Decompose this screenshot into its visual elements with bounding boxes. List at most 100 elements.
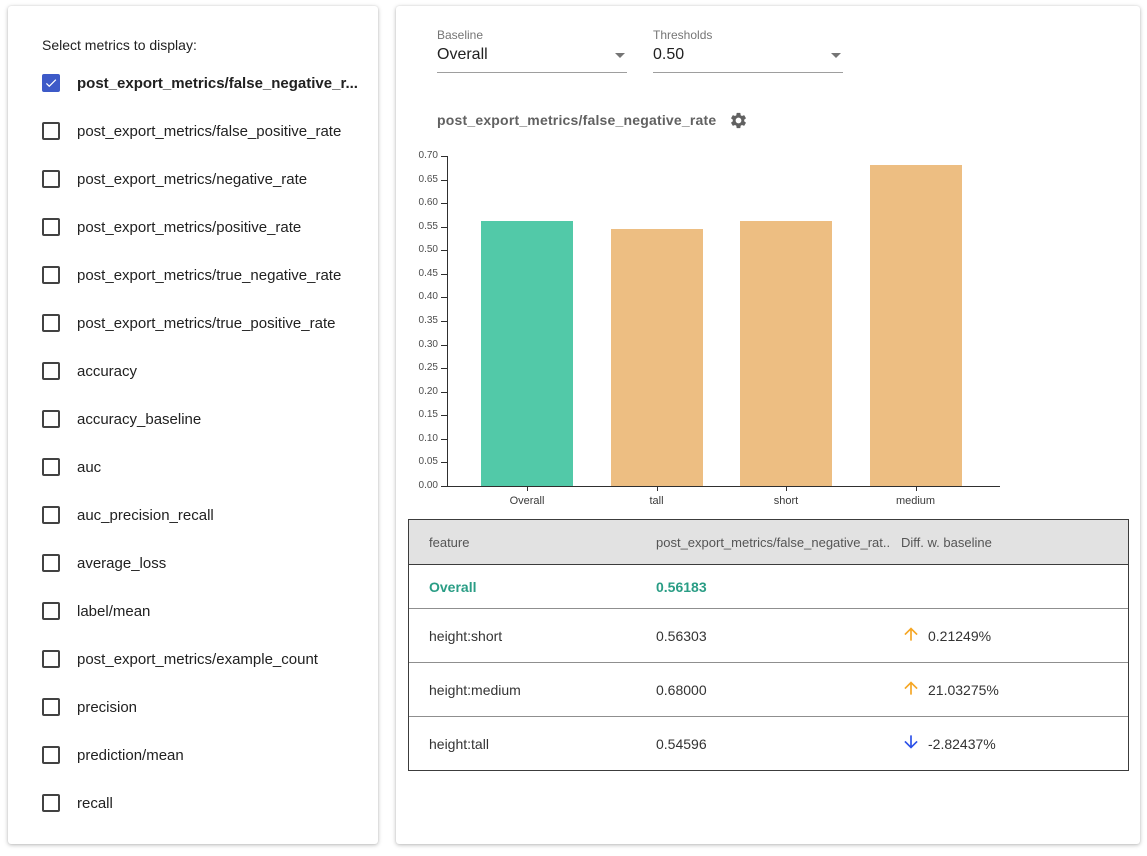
x-axis-tick [527,486,528,491]
x-axis-line [447,486,1000,487]
metric-checkbox-item[interactable]: accuracy [42,347,370,395]
bar-overall[interactable] [481,221,573,486]
metric-checkbox-item[interactable]: recall [42,779,370,827]
y-axis-tick [441,156,447,157]
metric-label: prediction/mean [77,747,184,764]
metric-checkbox-item[interactable]: label/mean [42,587,370,635]
diff-value: -2.82437% [928,736,996,752]
table-cell-diff: 0.21249% [891,624,1128,647]
bar-chart: 0.000.050.100.150.200.250.300.350.400.45… [396,6,1140,526]
table-header-metric: post_export_metrics/false_negative_rat..… [656,535,891,550]
table-cell-feature: Overall [409,579,656,595]
bar-tall[interactable] [611,229,703,486]
x-axis-tick-label: tall [649,495,663,507]
checkbox-icon[interactable] [42,170,60,188]
y-axis-tick [441,368,447,369]
bar-medium[interactable] [870,165,962,486]
checkbox-icon[interactable] [42,218,60,236]
metric-checkbox-item[interactable]: post_export_metrics/false_negative_r... [42,59,370,107]
metric-list: post_export_metrics/false_negative_r...p… [42,59,370,827]
table-row[interactable]: height:tall0.54596 -2.82437% [409,716,1128,770]
y-axis-tick-label: 0.60 [404,198,438,208]
table-header-row: feature post_export_metrics/false_negati… [409,520,1128,565]
y-axis-line [447,156,448,487]
table-cell-value: 0.54596 [656,736,891,752]
metric-checkbox-item[interactable]: average_loss [42,539,370,587]
table-header-feature: feature [409,535,656,550]
metric-checkbox-item[interactable]: accuracy_baseline [42,395,370,443]
metric-checkbox-item[interactable]: post_export_metrics/true_negative_rate [42,251,370,299]
checkbox-icon[interactable] [42,794,60,812]
arrow-up-icon [901,678,921,701]
checkbox-icon[interactable] [42,266,60,284]
y-axis-tick-label: 0.45 [404,269,438,279]
x-axis-tick-label: short [774,495,798,507]
metric-label: post_export_metrics/positive_rate [77,219,301,236]
metric-label: recall [77,795,113,812]
arrow-down-icon [901,732,921,755]
table-row[interactable]: height:short0.563030.21249% [409,608,1128,662]
y-axis-tick [441,392,447,393]
y-axis-tick-label: 0.35 [404,316,438,326]
metric-label: post_export_metrics/true_positive_rate [77,315,335,332]
diff-value: 0.21249% [928,628,991,644]
arrow-up-icon [901,624,921,647]
y-axis-tick-label: 0.00 [404,481,438,491]
table-cell-diff: 21.03275% [891,678,1128,701]
y-axis-tick-label: 0.20 [404,387,438,397]
table-cell-feature: height:tall [409,736,656,752]
metric-checkbox-item[interactable]: post_export_metrics/negative_rate [42,155,370,203]
metrics-table: feature post_export_metrics/false_negati… [408,519,1129,771]
y-axis-tick-label: 0.50 [404,245,438,255]
metric-label: precision [77,699,137,716]
x-axis-tick-label: Overall [510,495,545,507]
metric-label: post_export_metrics/false_negative_r... [77,75,358,92]
checkbox-icon[interactable] [42,314,60,332]
checkbox-checked-icon[interactable] [42,74,60,92]
metric-label: accuracy_baseline [77,411,201,428]
y-axis-tick-label: 0.10 [404,434,438,444]
metric-label: label/mean [77,603,150,620]
metric-checkbox-item[interactable]: auc_precision_recall [42,491,370,539]
checkbox-icon[interactable] [42,650,60,668]
table-cell-feature: height:medium [409,682,656,698]
diff-value: 21.03275% [928,682,999,698]
checkbox-icon[interactable] [42,602,60,620]
y-axis-tick-label: 0.30 [404,340,438,350]
metric-checkbox-item[interactable]: post_export_metrics/positive_rate [42,203,370,251]
metric-label: auc [77,459,101,476]
checkbox-icon[interactable] [42,410,60,428]
checkbox-icon[interactable] [42,746,60,764]
metric-checkbox-item[interactable]: precision [42,683,370,731]
checkbox-icon[interactable] [42,554,60,572]
checkbox-icon[interactable] [42,506,60,524]
metric-label: average_loss [77,555,166,572]
y-axis-tick [441,415,447,416]
checkbox-icon[interactable] [42,698,60,716]
checkbox-icon[interactable] [42,458,60,476]
metric-checkbox-item[interactable]: prediction/mean [42,731,370,779]
y-axis-tick [441,439,447,440]
metric-checkbox-item[interactable]: auc [42,443,370,491]
checkbox-icon[interactable] [42,122,60,140]
table-cell-value: 0.56303 [656,628,891,644]
y-axis-tick-label: 0.25 [404,363,438,373]
y-axis-tick-label: 0.65 [404,175,438,185]
table-cell-value: 0.56183 [656,579,891,595]
x-axis-tick [786,486,787,491]
y-axis-tick [441,345,447,346]
metric-checkbox-item[interactable]: post_export_metrics/true_positive_rate [42,299,370,347]
table-row[interactable]: Overall0.56183 [409,565,1128,608]
x-axis-tick [657,486,658,491]
table-row[interactable]: height:medium0.6800021.03275% [409,662,1128,716]
y-axis-tick [441,250,447,251]
checkbox-icon[interactable] [42,362,60,380]
x-axis-tick [916,486,917,491]
metric-checkbox-item[interactable]: post_export_metrics/example_count [42,635,370,683]
y-axis-tick [441,297,447,298]
metric-checkbox-item[interactable]: post_export_metrics/false_positive_rate [42,107,370,155]
bar-short[interactable] [740,221,832,486]
metric-label: post_export_metrics/negative_rate [77,171,307,188]
y-axis-tick-label: 0.05 [404,457,438,467]
x-axis-tick-label: medium [896,495,935,507]
